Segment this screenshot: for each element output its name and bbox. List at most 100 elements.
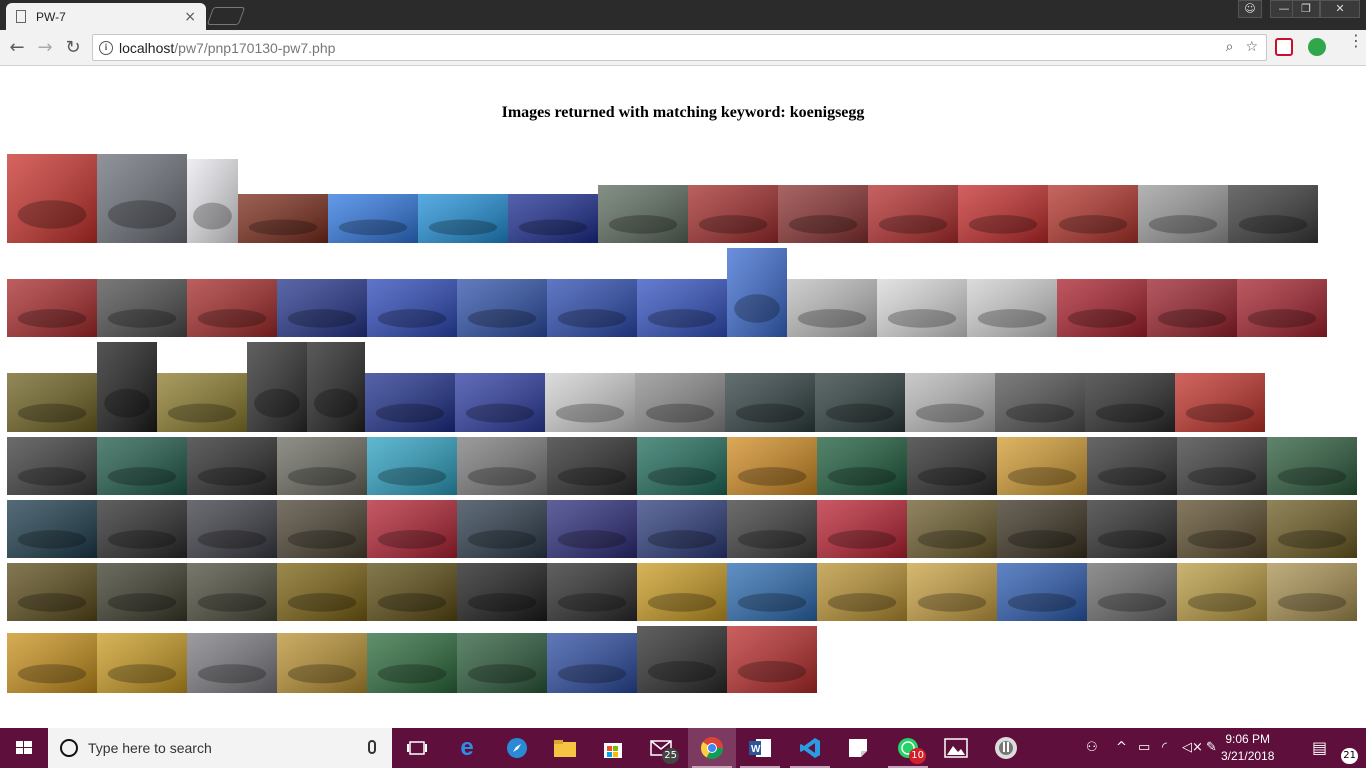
people-icon[interactable]: ⚇ xyxy=(1086,740,1098,755)
gallery-image[interactable] xyxy=(907,500,997,558)
gallery-image[interactable] xyxy=(7,373,97,432)
gallery-image[interactable] xyxy=(547,437,637,495)
new-tab-button[interactable] xyxy=(206,7,246,25)
extension-green-icon[interactable] xyxy=(1308,38,1326,56)
gallery-image[interactable] xyxy=(7,500,97,558)
gallery-image[interactable] xyxy=(1237,279,1327,337)
whatsapp-icon[interactable]: 10 xyxy=(884,728,932,768)
gallery-image[interactable] xyxy=(637,563,727,621)
gallery-image[interactable] xyxy=(907,437,997,495)
gallery-image[interactable] xyxy=(97,342,157,432)
gallery-image[interactable] xyxy=(97,279,187,337)
gallery-image[interactable] xyxy=(778,185,868,243)
microphone-icon[interactable] xyxy=(368,740,376,754)
gallery-image[interactable] xyxy=(547,279,637,337)
gallery-image[interactable] xyxy=(637,279,727,337)
gallery-image[interactable] xyxy=(1138,185,1228,243)
tab-close-icon[interactable]: × xyxy=(184,9,196,25)
file-explorer-icon[interactable] xyxy=(541,728,589,768)
extension-pocket-icon[interactable] xyxy=(1275,38,1293,56)
gallery-image[interactable] xyxy=(958,185,1048,243)
gallery-image[interactable] xyxy=(545,373,635,432)
gallery-image[interactable] xyxy=(727,626,817,693)
gallery-image[interactable] xyxy=(1057,279,1147,337)
safari-compass-icon[interactable] xyxy=(493,728,541,768)
address-bar[interactable]: i localhost/pw7/pnp170130-pw7.php ⌕ ☆ xyxy=(92,34,1267,61)
gallery-image[interactable] xyxy=(367,563,457,621)
vscode-icon[interactable] xyxy=(786,728,834,768)
edge-icon[interactable]: e xyxy=(443,728,491,768)
gallery-image[interactable] xyxy=(1177,500,1267,558)
info-icon[interactable]: i xyxy=(99,40,113,55)
gallery-image[interactable] xyxy=(997,563,1087,621)
show-hidden-icons[interactable]: ^ xyxy=(1116,740,1127,755)
gallery-image[interactable] xyxy=(967,279,1057,337)
gallery-image[interactable] xyxy=(727,500,817,558)
gallery-image[interactable] xyxy=(367,437,457,495)
gallery-image[interactable] xyxy=(1177,563,1267,621)
gallery-image[interactable] xyxy=(1228,185,1318,243)
url-text[interactable]: localhost/pw7/pnp170130-pw7.php xyxy=(119,40,335,56)
gallery-image[interactable] xyxy=(187,633,277,693)
gallery-image[interactable] xyxy=(877,279,967,337)
store-icon[interactable] xyxy=(589,728,637,768)
gallery-image[interactable] xyxy=(367,633,457,693)
start-button[interactable] xyxy=(0,728,48,768)
gallery-image[interactable] xyxy=(1177,437,1267,495)
gallery-image[interactable] xyxy=(1087,437,1177,495)
gallery-image[interactable] xyxy=(277,563,367,621)
gallery-image[interactable] xyxy=(547,563,637,621)
gallery-image[interactable] xyxy=(7,437,97,495)
gallery-image[interactable] xyxy=(457,279,547,337)
gallery-image[interactable] xyxy=(1267,500,1357,558)
gallery-image[interactable] xyxy=(905,373,995,432)
gallery-image[interactable] xyxy=(418,194,508,243)
gallery-image[interactable] xyxy=(688,185,778,243)
close-window-button[interactable]: ✕ xyxy=(1320,0,1360,18)
gallery-image[interactable] xyxy=(1267,563,1357,621)
gallery-image[interactable] xyxy=(367,500,457,558)
photos-icon[interactable] xyxy=(932,728,980,768)
gallery-image[interactable] xyxy=(817,563,907,621)
gallery-image[interactable] xyxy=(97,563,187,621)
gallery-image[interactable] xyxy=(277,500,367,558)
mail-icon[interactable]: 25 xyxy=(637,728,685,768)
gallery-image[interactable] xyxy=(97,633,187,693)
gallery-image[interactable] xyxy=(457,500,547,558)
gallery-image[interactable] xyxy=(187,563,277,621)
gallery-image[interactable] xyxy=(1087,563,1177,621)
action-center-icon[interactable]: ▤ xyxy=(1312,738,1327,757)
gallery-image[interactable] xyxy=(817,437,907,495)
gallery-image[interactable] xyxy=(1175,373,1265,432)
battery-icon[interactable]: ▭ xyxy=(1138,740,1150,755)
gallery-image[interactable] xyxy=(868,185,958,243)
gallery-image[interactable] xyxy=(457,437,547,495)
zoom-icon[interactable]: ⌕ xyxy=(1226,39,1234,55)
gallery-image[interactable] xyxy=(508,194,598,243)
sticky-notes-icon[interactable] xyxy=(834,728,882,768)
gallery-image[interactable] xyxy=(598,185,688,243)
gallery-image[interactable] xyxy=(307,342,365,432)
gallery-image[interactable] xyxy=(1085,373,1175,432)
app-round-icon[interactable] xyxy=(982,728,1030,768)
gallery-image[interactable] xyxy=(97,154,187,243)
gallery-image[interactable] xyxy=(1087,500,1177,558)
menu-icon[interactable]: ⋮ xyxy=(1348,33,1364,49)
gallery-image[interactable] xyxy=(97,437,187,495)
restore-button[interactable]: ❐ xyxy=(1292,0,1320,18)
gallery-image[interactable] xyxy=(727,437,817,495)
gallery-image[interactable] xyxy=(187,500,277,558)
gallery-image[interactable] xyxy=(7,633,97,693)
gallery-image[interactable] xyxy=(7,563,97,621)
gallery-image[interactable] xyxy=(637,626,727,693)
gallery-image[interactable] xyxy=(455,373,545,432)
gallery-image[interactable] xyxy=(637,437,727,495)
wifi-icon[interactable]: ◜ xyxy=(1162,740,1167,755)
gallery-image[interactable] xyxy=(365,373,455,432)
gallery-image[interactable] xyxy=(637,500,727,558)
gallery-image[interactable] xyxy=(277,633,367,693)
gallery-image[interactable] xyxy=(97,500,187,558)
gallery-image[interactable] xyxy=(187,279,277,337)
gallery-image[interactable] xyxy=(817,500,907,558)
taskbar-search[interactable]: Type here to search xyxy=(48,728,392,768)
